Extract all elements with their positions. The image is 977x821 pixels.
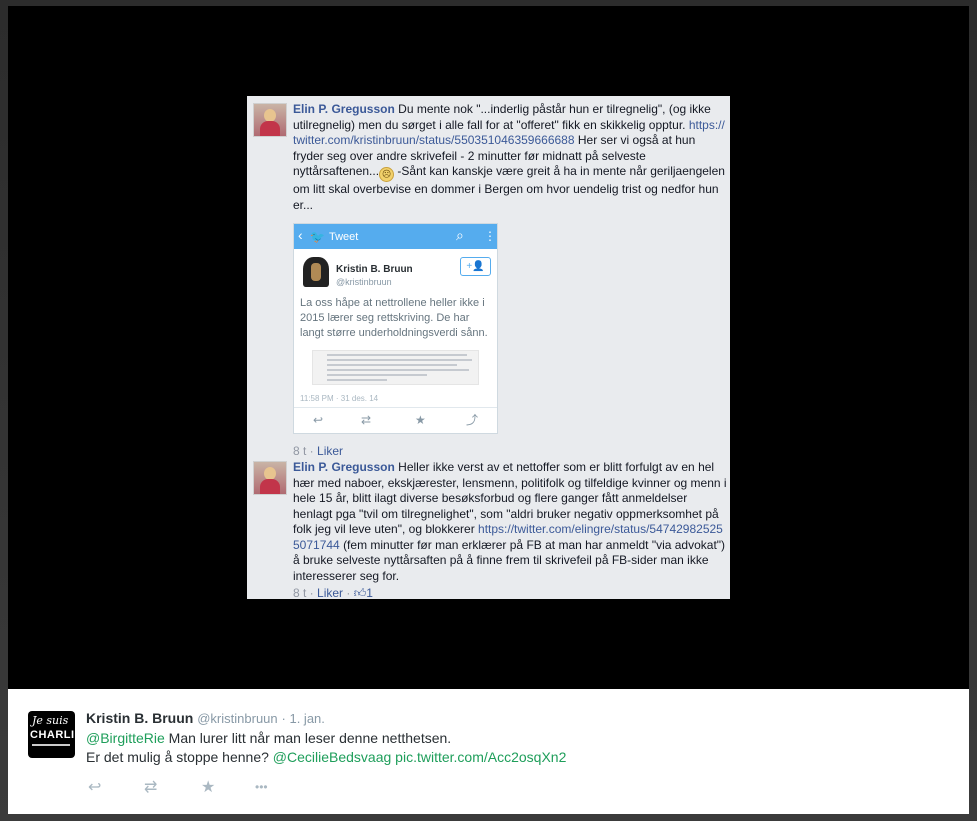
favorite-icon[interactable]: ★ [201,777,215,797]
tweet-author-handle[interactable]: @kristinbruun [197,711,277,726]
pic-link[interactable]: pic.twitter.com/Acc2osqXn2 [391,749,566,765]
avatar-text: Je suis [32,714,69,727]
tweet-timestamp: 11:58 PM · 31 des. 14 [300,394,379,403]
tweet-header: Kristin B. Bruun @kristinbruun · 1. jan. [86,710,325,726]
comment-body: (fem minutter før man erklærer på FB at … [293,537,726,583]
avatar [253,461,287,495]
thumbs-up-icon: 👍︎ [353,586,367,599]
frown-emoji-icon: ☹ [379,167,395,182]
avatar[interactable]: Je suis CHARLIE [28,711,75,758]
tweet-thumbnail [312,350,479,385]
retweet-icon: ⇄ [361,413,372,427]
pen-icon [32,744,70,746]
comment-text: Elin P. Gregusson Du mente nok "...inder… [293,102,727,213]
comment-meta: 8 t · Liker [293,444,344,458]
like-link: Liker [317,444,344,458]
follow-icon: +👤 [460,257,491,276]
avatar [253,103,287,137]
retweet-icon[interactable]: ⇄ [144,777,157,797]
tweet-actions: ↩ ⇄ ★ ⤴ [294,407,497,433]
reply-icon[interactable]: ↩ [88,777,101,797]
avatar-text: CHARLIE [30,729,75,741]
comment-time: 8 t [293,444,307,458]
comment-time: 8 t [293,586,307,599]
tweet-text-line: Er det mulig å stoppe henne? [86,749,273,765]
like-link: Liker [317,586,344,599]
embedded-tweet-screenshot: ‹ 🐦 Tweet ⌕ ⋮ Kristin B. Bruun @kristinb… [293,223,498,434]
more-icon[interactable]: ••• [255,780,268,794]
tweet-text-line: Man lurer litt når man leser denne netth… [164,730,452,746]
mention-link[interactable]: @BirgitteRie [86,730,165,746]
tweet-card: Je suis CHARLIE Kristin B. Bruun @kristi… [8,689,969,814]
back-icon: ‹ [298,227,303,243]
share-icon: ⤴ [466,413,479,427]
tweet-text: @BirgitteRie Man lurer litt når man lese… [86,729,566,767]
search-icon: ⌕ [456,227,464,243]
mention-link[interactable]: @CecilieBedsvaag [273,749,392,765]
comment-meta: 8 t · Liker · 👍︎1 [293,586,373,599]
twitter-bird-icon: 🐦 [310,230,325,244]
likes-count: 1 [366,586,373,599]
comment-text: Elin P. Gregusson Heller ikke verst av e… [293,460,727,584]
menu-icon: ⋮ [484,229,496,243]
commenter-name: Elin P. Gregusson [293,102,395,116]
tweet-author-name[interactable]: Kristin B. Bruun [86,710,193,726]
photo-screenshot[interactable]: Elin P. Gregusson Du mente nok "...inder… [247,96,730,599]
favorite-icon: ★ [415,413,426,427]
tweet-text: La oss håpe at nettrollene heller ikke i… [300,297,488,339]
tweet-author-handle: @kristinbruun [336,277,392,287]
reply-icon: ↩ [313,413,324,427]
tweet-date[interactable]: · 1. jan. [282,711,325,726]
tweet-profile: Kristin B. Bruun @kristinbruun +👤 [294,249,497,295]
commenter-name: Elin P. Gregusson [293,460,395,474]
tweet-header-title: Tweet [329,231,359,243]
tweet-app-header: ‹ 🐦 Tweet ⌕ ⋮ [294,224,497,249]
avatar [303,257,329,287]
